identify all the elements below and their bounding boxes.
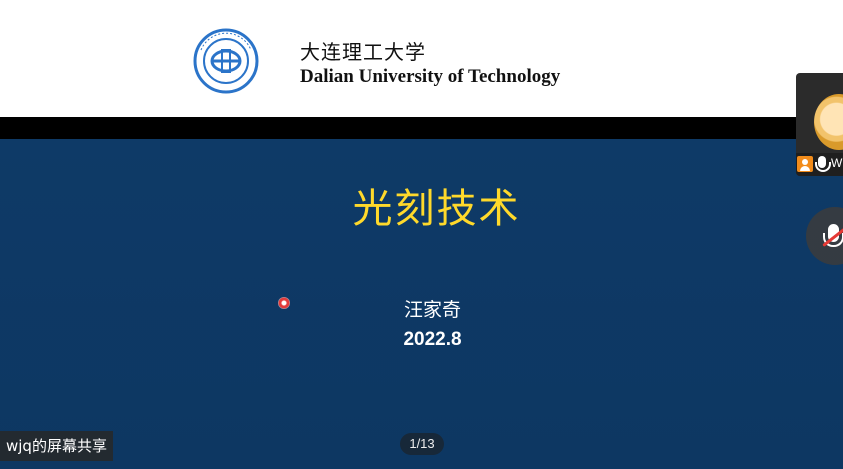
slide-title: 光刻技术 [352,186,521,232]
laser-pointer-icon [278,297,290,309]
page-indicator[interactable]: 1/13 [400,433,444,455]
microphone-icon [815,156,831,172]
participant-video-tile[interactable]: W [796,73,843,176]
participant-name: W [831,156,843,170]
person-icon [797,156,813,172]
screen-share-label: wjq的屏幕共享 [0,431,113,461]
slide-header: 大连理工大学 Dalian University of Technology [0,0,843,117]
university-name-en: Dalian University of Technology [300,66,561,87]
avatar [814,94,843,150]
slide-author: 汪家奇 [403,299,461,321]
university-name-cn: 大连理工大学 [300,40,426,64]
header-divider [0,117,843,139]
slide-date: 2022.8 [403,329,462,350]
participant-status-bar: W [796,153,843,176]
university-logo [193,28,259,94]
